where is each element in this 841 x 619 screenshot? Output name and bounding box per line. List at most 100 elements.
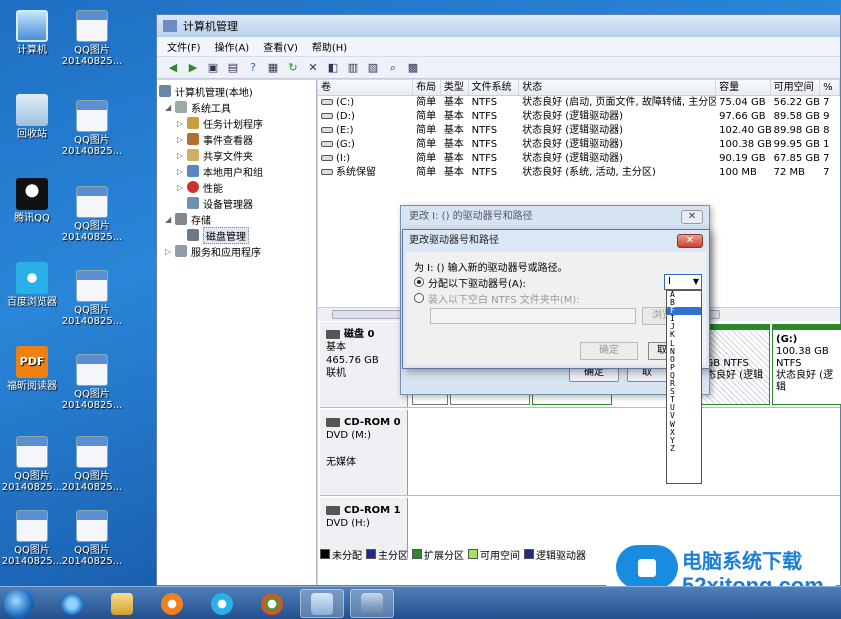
table-row[interactable]: (D:) 简单 基本 NTFS 状态良好 (逻辑驱动器) 97.66 GB 89… xyxy=(318,110,840,124)
tree-item-device-manager[interactable]: 设备管理器 xyxy=(159,195,314,211)
tree-item-computer-management[interactable]: 计算机管理(本地) xyxy=(159,83,314,99)
menu-help[interactable]: 帮助(H) xyxy=(312,39,347,54)
tree-item-system-tools[interactable]: ◢ 系统工具 xyxy=(159,99,314,115)
browser-icon xyxy=(16,262,48,294)
desktop-icon-label: 计算机 xyxy=(17,45,47,56)
table-row[interactable]: (I:) 简单 基本 NTFS 状态良好 (逻辑驱动器) 90.19 GB 67… xyxy=(318,152,840,166)
collapse-arrow-icon[interactable]: ▷ xyxy=(177,167,187,176)
taskbar-control-panel[interactable] xyxy=(300,589,344,618)
tree-item-performance[interactable]: ▷ 性能 xyxy=(159,179,314,195)
window-titlebar[interactable]: 计算机管理 xyxy=(157,15,840,37)
forward-arrow-icon[interactable]: ▶ xyxy=(185,60,201,76)
desktop-icon-image[interactable]: QQ图片 20140825... xyxy=(0,436,64,493)
collapse-arrow-icon[interactable]: ▷ xyxy=(177,119,187,128)
chevron-down-icon[interactable]: ▼ xyxy=(693,275,699,289)
close-icon[interactable]: ✕ xyxy=(681,210,703,224)
column-header-type[interactable]: 类型 xyxy=(441,80,469,95)
drive-icon xyxy=(321,127,333,133)
tree-item-storage[interactable]: ◢ 存储 xyxy=(159,211,314,227)
image-thumbnail-icon xyxy=(76,100,108,132)
close-icon[interactable]: ✕ xyxy=(677,234,703,248)
table-row[interactable]: (C:) 简单 基本 NTFS 状态良好 (启动, 页面文件, 故障转储, 主分… xyxy=(318,96,840,110)
column-header-free-space[interactable]: 可用空间 xyxy=(771,80,821,95)
menu-file[interactable]: 文件(F) xyxy=(167,39,201,54)
taskbar-baidu-browser[interactable] xyxy=(200,589,244,618)
show-hide-tree-icon[interactable]: ▤ xyxy=(225,60,241,76)
delete-icon[interactable]: ✕ xyxy=(305,60,321,76)
storage-icon xyxy=(175,213,187,225)
start-button[interactable] xyxy=(4,589,34,619)
desktop-icon-baidu-browser[interactable]: 百度浏览器 xyxy=(0,262,64,308)
search-icon[interactable]: ⌕ xyxy=(385,60,401,76)
taskbar-app[interactable] xyxy=(250,589,294,618)
folder-path-input[interactable] xyxy=(430,308,636,324)
radio-button[interactable] xyxy=(414,293,424,303)
table-row[interactable]: 系统保留 简单 基本 NTFS 状态良好 (系统, 活动, 主分区) 100 M… xyxy=(318,166,840,180)
column-header-layout[interactable]: 布局 xyxy=(413,80,441,95)
column-header-status[interactable]: 状态 xyxy=(519,80,717,95)
export-icon[interactable]: ▧ xyxy=(365,60,381,76)
taskbar-ie[interactable] xyxy=(50,589,94,618)
dialog-title[interactable]: 更改驱动器号和路径 xyxy=(403,230,709,252)
qq-penguin-icon xyxy=(16,178,48,210)
desktop-icon-image[interactable]: QQ图片 20140825... xyxy=(60,100,124,157)
column-header-capacity[interactable]: 容量 xyxy=(716,80,771,95)
computer-management-icon xyxy=(163,20,177,32)
list-item[interactable]: Z xyxy=(670,444,701,453)
disk-info-panel[interactable]: 磁盘 0 基本 465.76 GB 联机 xyxy=(320,322,408,407)
disk-row-cdrom0[interactable]: CD-ROM 0 DVD (M:) 无媒体 xyxy=(320,410,840,496)
assign-letter-option[interactable]: 分配以下驱动器号(A): xyxy=(414,274,698,290)
tree-item-task-scheduler[interactable]: ▷ 任务计划程序 xyxy=(159,115,314,131)
collapse-arrow-icon[interactable]: ▷ xyxy=(165,247,175,256)
tree-item-services-apps[interactable]: ▷ 服务和应用程序 xyxy=(159,243,314,259)
ok-button[interactable]: 确定 xyxy=(580,342,638,360)
column-header-volume[interactable]: 卷 xyxy=(318,80,414,95)
desktop-icon-image[interactable]: QQ图片 20140825... xyxy=(60,270,124,327)
column-header-filesystem[interactable]: 文件系统 xyxy=(469,80,520,95)
help-icon[interactable]: ? xyxy=(245,60,261,76)
menu-view[interactable]: 查看(V) xyxy=(263,39,298,54)
table-row[interactable]: (G:) 简单 基本 NTFS 状态良好 (逻辑驱动器) 100.38 GB 9… xyxy=(318,138,840,152)
partition-block-g[interactable]: (G:) 100.38 GB NTFS 状态良好 (逻辑 xyxy=(772,324,841,405)
shared-folder-icon xyxy=(187,149,199,161)
expand-arrow-icon[interactable]: ◢ xyxy=(165,215,175,224)
properties-icon[interactable]: ◧ xyxy=(325,60,341,76)
desktop-icon-image[interactable]: QQ图片 20140825... xyxy=(60,186,124,243)
console-icon[interactable]: ▦ xyxy=(265,60,281,76)
desktop-icon-recycle-bin[interactable]: 回收站 xyxy=(0,94,64,140)
drive-letter-dropdown: A B F I J K L N O P Q R S T U V W X Y Z xyxy=(666,290,702,484)
settings-icon[interactable]: ▩ xyxy=(405,60,421,76)
desktop-icon-image[interactable]: QQ图片 20140825... xyxy=(60,510,124,567)
desktop-icon-computer[interactable]: 计算机 xyxy=(0,10,64,56)
tree-item-local-users[interactable]: ▷ 本地用户和组 xyxy=(159,163,314,179)
back-arrow-icon[interactable]: ◀ xyxy=(165,60,181,76)
column-header-percent[interactable]: % xyxy=(820,80,840,95)
desktop-icon-image[interactable]: QQ图片 20140825... xyxy=(60,354,124,411)
desktop-icon-image[interactable]: QQ图片 20140825... xyxy=(60,10,124,67)
expand-arrow-icon[interactable]: ◢ xyxy=(165,103,175,112)
desktop-icon-image[interactable]: QQ图片 20140825... xyxy=(0,510,64,567)
desktop-icon-sublabel: 20140825... xyxy=(61,56,123,67)
menu-action[interactable]: 操作(A) xyxy=(215,39,250,54)
tree-item-disk-management[interactable]: 磁盘管理 xyxy=(159,226,314,244)
collapse-arrow-icon[interactable]: ▷ xyxy=(177,183,187,192)
tree-item-event-viewer[interactable]: ▷ 事件查看器 xyxy=(159,131,314,147)
mount-folder-option[interactable]: 装入以下空白 NTFS 文件夹中(M): xyxy=(414,290,698,306)
collapse-arrow-icon[interactable]: ▷ xyxy=(177,151,187,160)
desktop-icon-qq[interactable]: 腾讯QQ xyxy=(0,178,64,224)
taskbar-media-player[interactable] xyxy=(150,589,194,618)
taskbar-computer-management[interactable] xyxy=(350,589,394,618)
collapse-arrow-icon[interactable]: ▷ xyxy=(177,135,187,144)
tree-item-shared-folders[interactable]: ▷ 共享文件夹 xyxy=(159,147,314,163)
open-folder-icon[interactable]: ▥ xyxy=(345,60,361,76)
desktop-icon-image[interactable]: QQ图片 20140825... xyxy=(60,436,124,493)
taskbar-explorer[interactable] xyxy=(100,589,144,618)
up-folder-icon[interactable]: ▣ xyxy=(205,60,221,76)
desktop-icon-foxit-reader[interactable]: PDF 福昕阅读器 xyxy=(0,346,64,392)
radio-button-selected[interactable] xyxy=(414,277,424,287)
table-row[interactable]: (E:) 简单 基本 NTFS 状态良好 (逻辑驱动器) 102.40 GB 8… xyxy=(318,124,840,138)
refresh-icon[interactable]: ↻ xyxy=(285,60,301,76)
drive-letter-select[interactable]: I ▼ xyxy=(664,274,702,290)
dialog-title[interactable]: 更改 I: () 的驱动器号和路径 xyxy=(401,206,709,228)
disk-info-panel[interactable]: CD-ROM 0 DVD (M:) 无媒体 xyxy=(320,410,408,495)
